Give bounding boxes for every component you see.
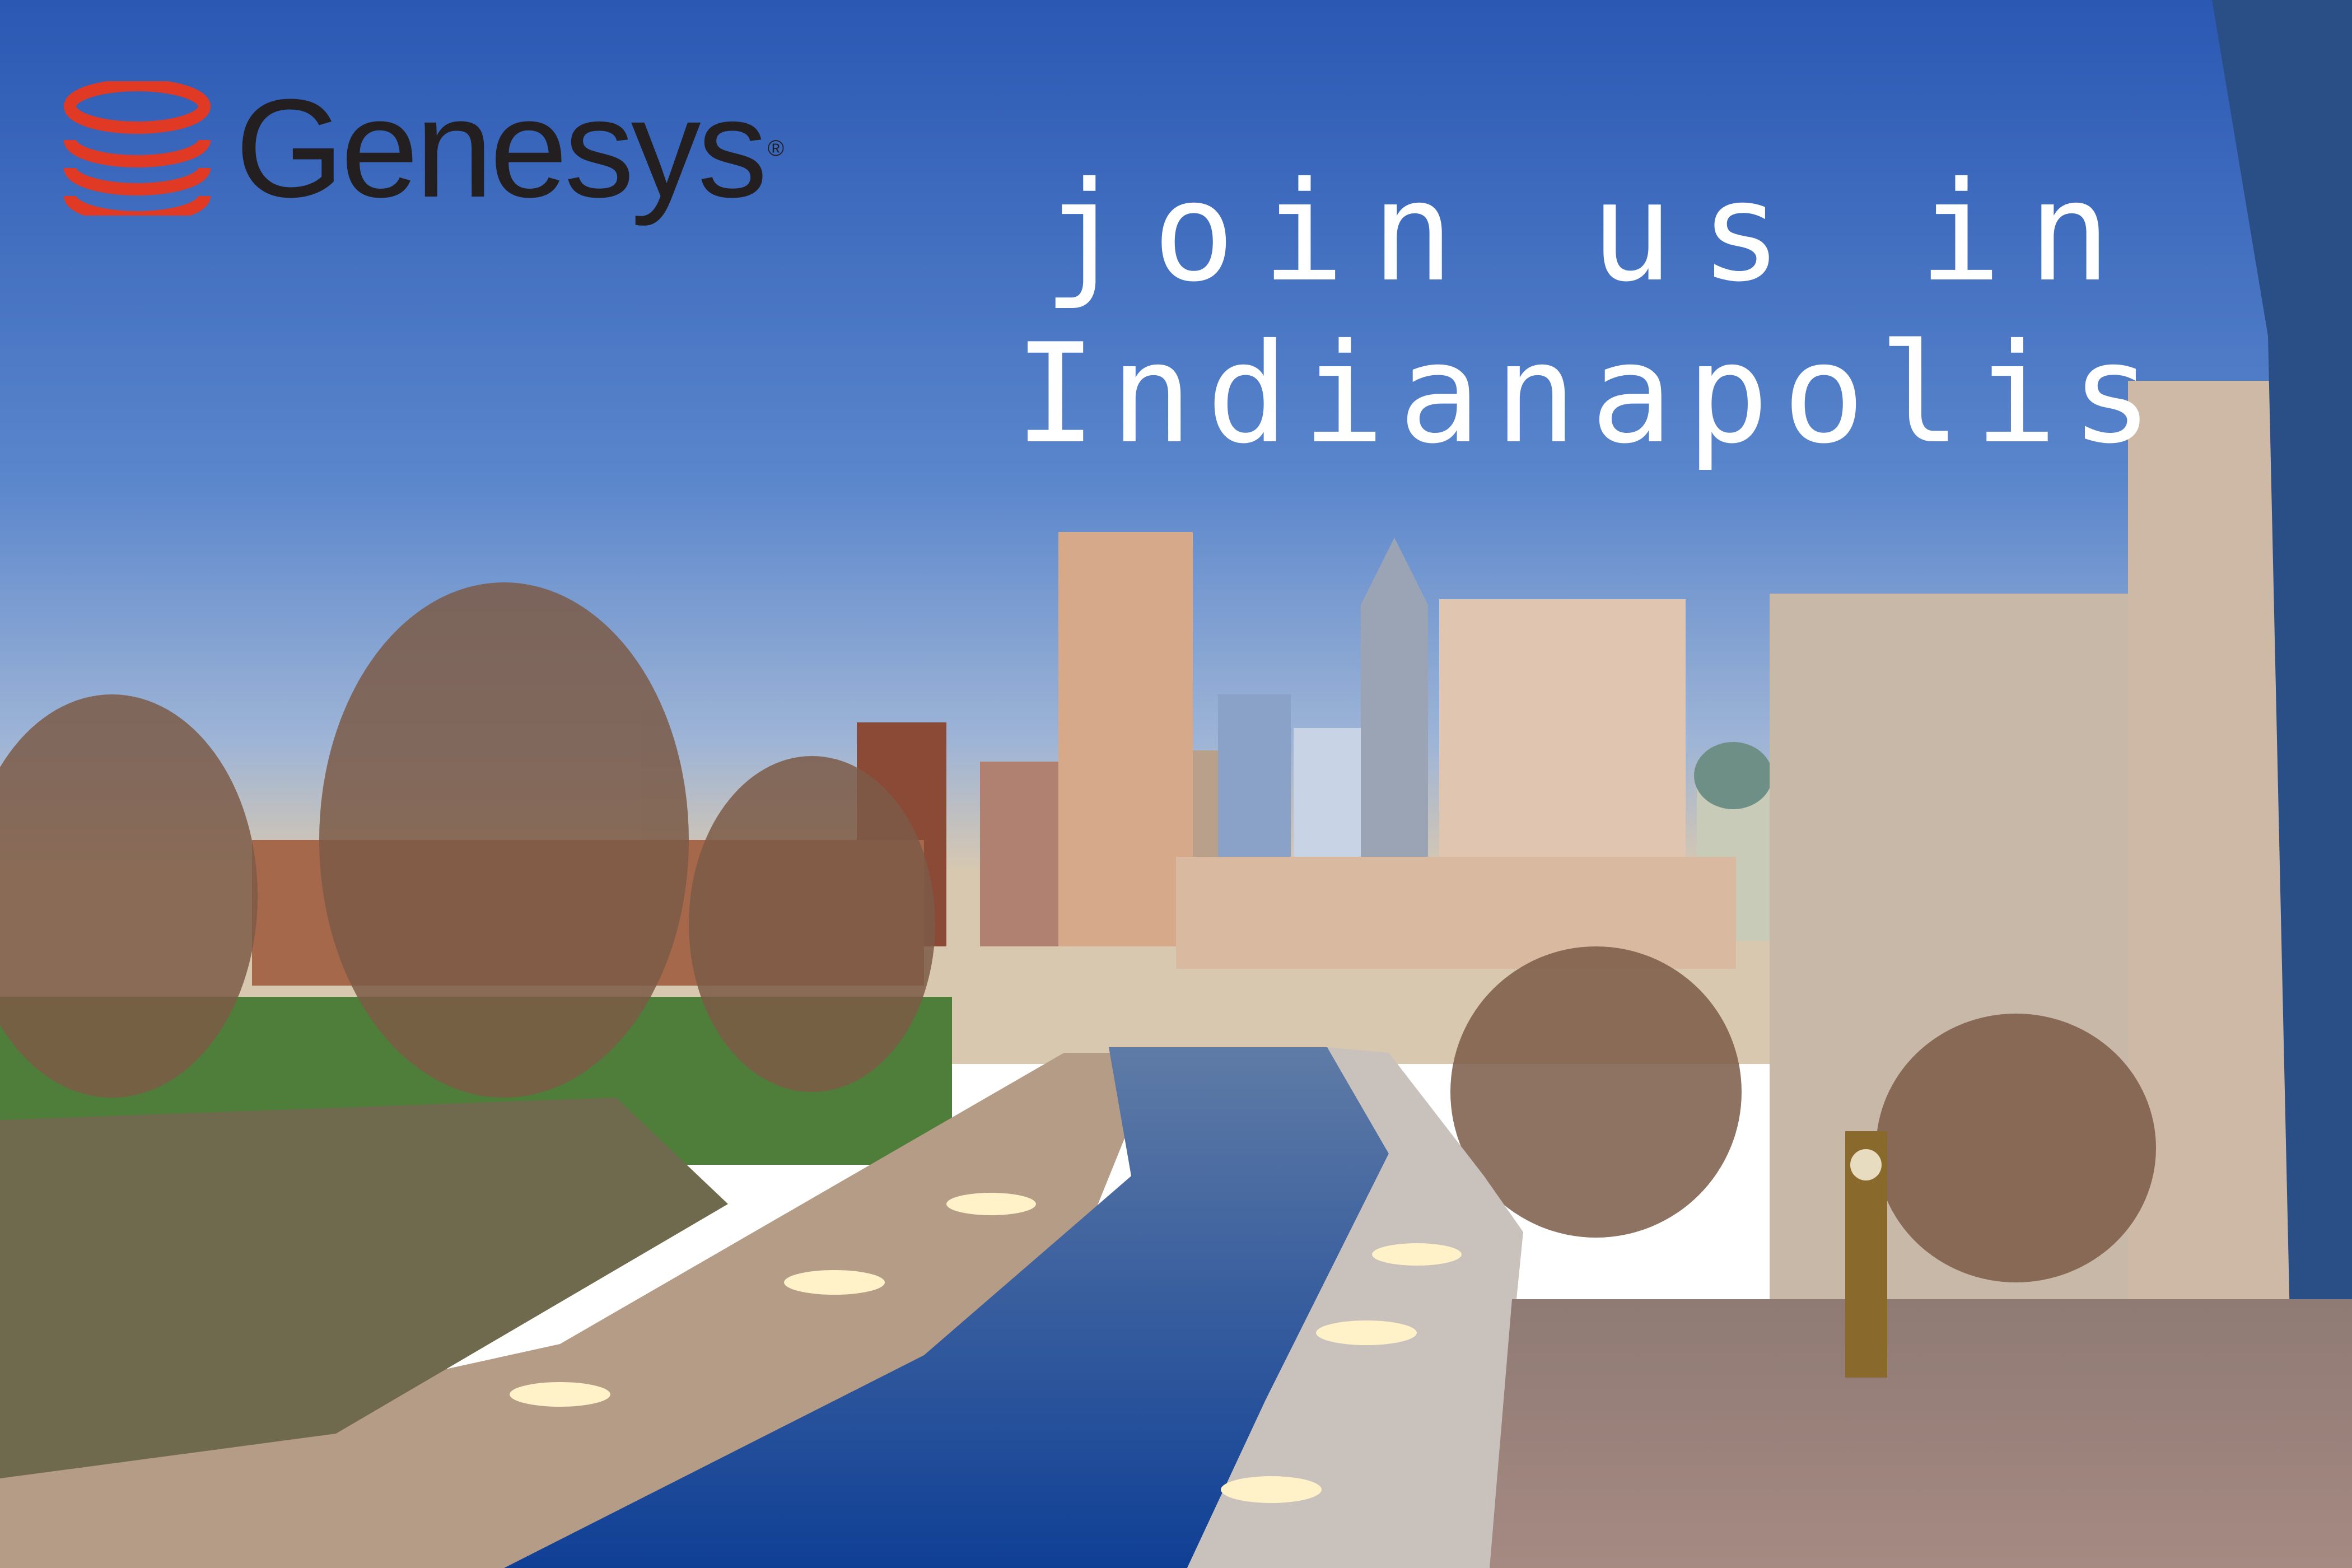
plaza	[1490, 1299, 2352, 1568]
genesys-logo-icon	[64, 81, 211, 216]
headline: join us in Indianapolis	[986, 151, 2195, 475]
genesys-logo[interactable]: Genesys ®	[62, 78, 784, 218]
headline-line-1: join us in	[1043, 152, 2138, 312]
headline-line-2: Indianapolis	[1014, 314, 2167, 474]
brand-name: Genesys	[235, 70, 768, 226]
registered-mark: ®	[767, 136, 785, 161]
